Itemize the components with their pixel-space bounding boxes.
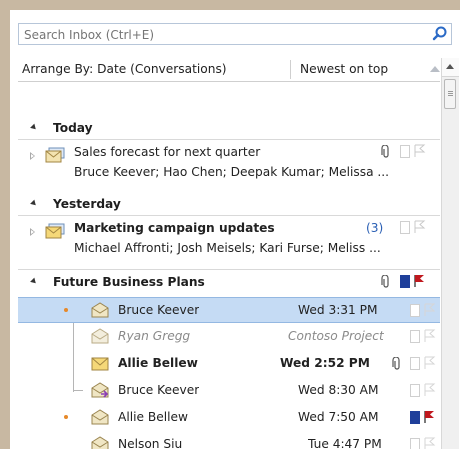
- flag-icon[interactable]: [422, 303, 436, 317]
- sort-up-icon[interactable]: [430, 66, 440, 72]
- attachment-icon: [381, 144, 391, 162]
- read-envelope-icon: [90, 409, 110, 428]
- search-input[interactable]: [19, 25, 424, 45]
- unread-count: (3): [366, 221, 384, 235]
- message-subject: Sales forecast for next quarter: [74, 145, 261, 159]
- inbox-pane: Arrange By: Date (Conversations) Newest …: [10, 10, 460, 449]
- thread-sender: Allie Bellew: [118, 356, 198, 370]
- conversation-header[interactable]: Future Business Plans: [18, 272, 440, 292]
- thread-sender: Nelson Siu: [118, 437, 183, 449]
- group-header-today[interactable]: Today: [18, 118, 440, 138]
- category-box[interactable]: [410, 357, 420, 370]
- conversation-title: Future Business Plans: [53, 275, 205, 289]
- thread-item[interactable]: Ryan Gregg Contoso Project: [18, 324, 440, 349]
- thread-date: Tue 4:47 PM: [308, 437, 382, 449]
- unread-envelope-icon: [90, 356, 110, 375]
- read-envelope-icon: [90, 436, 110, 449]
- divider: [18, 269, 440, 270]
- thread-sender: Bruce Keever: [118, 383, 200, 397]
- blue-category-icon[interactable]: [400, 275, 410, 288]
- blue-category-icon[interactable]: [410, 411, 420, 424]
- flag-icon[interactable]: [422, 437, 436, 449]
- divider: [18, 139, 440, 140]
- unread-conversation-envelope-icon: [44, 222, 66, 243]
- flag-icon[interactable]: [422, 329, 436, 343]
- attachment-icon: [392, 356, 402, 374]
- search-icon[interactable]: [429, 24, 451, 44]
- message-row[interactable]: Sales forecast for next quarter Bruce Ke…: [18, 142, 440, 186]
- message-subject: Marketing campaign updates: [74, 221, 275, 235]
- flag-icon[interactable]: [412, 144, 426, 158]
- flag-icon[interactable]: [422, 356, 436, 370]
- message-people: Bruce Keever; Hao Chen; Deepak Kumar; Me…: [74, 165, 390, 179]
- category-box[interactable]: [410, 384, 420, 397]
- scroll-thumb[interactable]: [444, 79, 456, 109]
- message-row[interactable]: Marketing campaign updates (3) Michael A…: [18, 218, 440, 262]
- red-flag-icon[interactable]: [412, 274, 426, 288]
- arrange-by-button[interactable]: Arrange By: Date (Conversations): [22, 62, 227, 76]
- thread-dot: [64, 308, 68, 312]
- scroll-up-button[interactable]: [442, 58, 459, 77]
- grip-line: [448, 95, 453, 96]
- column-divider: [290, 60, 291, 79]
- thread-dot: [64, 415, 68, 419]
- thread-date: Wed 7:50 AM: [298, 410, 379, 424]
- thread-item[interactable]: Nelson Siu Tue 4:47 PM: [18, 432, 440, 449]
- sort-order-button[interactable]: Newest on top: [300, 62, 388, 76]
- search-box[interactable]: [18, 23, 452, 45]
- group-title: Today: [53, 121, 93, 135]
- thread-sender: Allie Bellew: [118, 410, 188, 424]
- arrange-bar: Arrange By: Date (Conversations) Newest …: [18, 58, 440, 82]
- collapse-triangle-icon[interactable]: [30, 199, 38, 208]
- red-flag-icon[interactable]: [422, 410, 436, 424]
- flag-icon[interactable]: [422, 383, 436, 397]
- category-box[interactable]: [410, 438, 420, 449]
- thread-date: Wed 3:31 PM: [298, 303, 378, 317]
- thread-item[interactable]: Allie Bellew Wed 7:50 AM: [18, 405, 440, 430]
- category-box[interactable]: [400, 221, 410, 234]
- group-title: Yesterday: [53, 197, 121, 211]
- forwarded-envelope-icon: [90, 382, 110, 401]
- grip-line: [448, 93, 453, 94]
- thread-item-selected[interactable]: Bruce Keever Wed 3:31 PM: [18, 297, 440, 323]
- thread-folder: Contoso Project: [288, 329, 384, 343]
- thread-sender: Ryan Gregg: [118, 329, 191, 343]
- flag-icon[interactable]: [412, 220, 426, 234]
- attachment-icon: [381, 274, 391, 292]
- collapse-triangle-icon[interactable]: [30, 277, 38, 286]
- expand-conversation-icon[interactable]: [30, 228, 35, 236]
- thread-item[interactable]: Allie Bellew Wed 2:52 PM: [18, 351, 440, 376]
- category-box[interactable]: [400, 145, 410, 158]
- group-header-yesterday[interactable]: Yesterday: [18, 194, 440, 214]
- thread-item[interactable]: Bruce Keever Wed 8:30 AM: [18, 378, 440, 403]
- divider: [18, 215, 440, 216]
- draft-envelope-icon: [90, 328, 110, 347]
- thread-branch: [73, 390, 83, 391]
- read-envelope-icon: [90, 302, 110, 321]
- thread-date: Wed 8:30 AM: [298, 383, 379, 397]
- vertical-scrollbar[interactable]: [441, 58, 459, 449]
- collapse-triangle-icon[interactable]: [30, 123, 38, 132]
- message-list: Today Sales forecast for next quarter Br…: [18, 82, 440, 449]
- category-box[interactable]: [410, 304, 420, 317]
- category-box[interactable]: [410, 330, 420, 343]
- expand-conversation-icon[interactable]: [30, 152, 35, 160]
- thread-date: Wed 2:52 PM: [280, 356, 370, 370]
- message-people: Michael Affronti; Josh Meisels; Kari Fur…: [74, 241, 381, 255]
- thread-sender: Bruce Keever: [118, 303, 200, 317]
- grip-line: [448, 91, 453, 92]
- conversation-envelope-icon: [44, 146, 66, 167]
